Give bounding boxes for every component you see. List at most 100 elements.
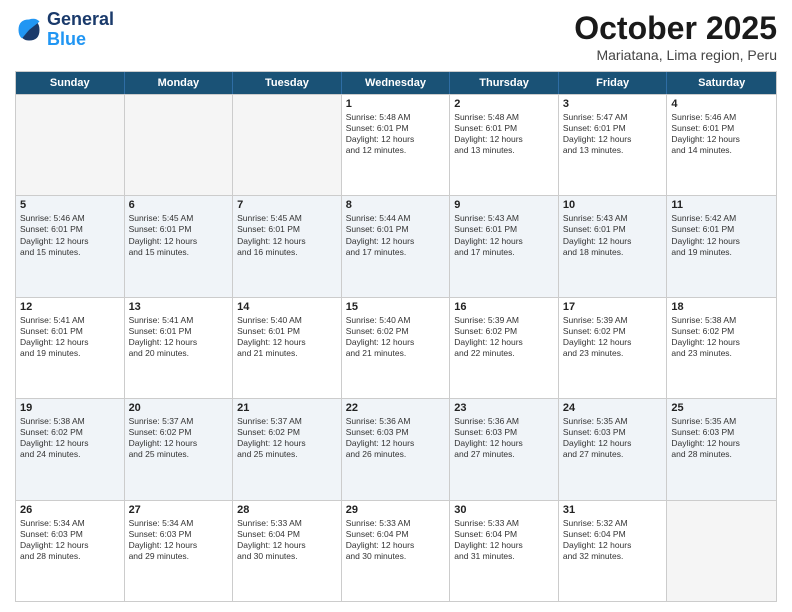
cell-info: Sunrise: 5:47 AM Sunset: 6:01 PM Dayligh…: [563, 112, 663, 156]
day-number: 31: [563, 504, 663, 516]
cell-info: Sunrise: 5:45 AM Sunset: 6:01 PM Dayligh…: [129, 213, 229, 257]
day-cell-14: 14 Sunrise: 5:40 AM Sunset: 6:01 PM Dayli…: [233, 298, 342, 398]
day-cell-11: 11 Sunrise: 5:42 AM Sunset: 6:01 PM Dayli…: [667, 196, 776, 296]
day-cell-18: 18 Sunrise: 5:38 AM Sunset: 6:02 PM Dayli…: [667, 298, 776, 398]
day-number: 8: [346, 199, 446, 211]
header-day-friday: Friday: [559, 72, 668, 94]
day-cell-2: 2Sunrise: 5:48 AM Sunset: 6:01 PM Daylig…: [450, 95, 559, 195]
week-row-1: 1 Sunrise: 5:48 AM Sunset: 6:01 PM Daylig…: [16, 94, 776, 195]
cell-info: Sunrise: 5:40 AM Sunset: 6:01 PM Dayligh…: [237, 315, 337, 359]
header-day-saturday: Saturday: [667, 72, 776, 94]
day-cell-8: 8 Sunrise: 5:44 AM Sunset: 6:01 PM Daylig…: [342, 196, 451, 296]
cell-info: Sunrise: 5:37 AM Sunset: 6:02 PM Dayligh…: [129, 416, 229, 460]
day-number: 5: [20, 199, 120, 211]
logo-name-blue: Blue: [47, 30, 114, 50]
day-number: 13: [129, 301, 229, 313]
main-title: October 2025: [574, 10, 777, 47]
day-number: 9: [454, 199, 554, 211]
day-cell-1: 1 Sunrise: 5:48 AM Sunset: 6:01 PM Daylig…: [342, 95, 451, 195]
cell-info: Sunrise: 5:43 AM Sunset: 6:01 PM Dayligh…: [454, 213, 554, 257]
week-row-5: 26 Sunrise: 5:34 AM Sunset: 6:03 PM Dayli…: [16, 500, 776, 601]
day-number: 19: [20, 402, 120, 414]
day-cell-4: 4Sunrise: 5:46 AM Sunset: 6:01 PM Daylig…: [667, 95, 776, 195]
day-cell-17: 17 Sunrise: 5:39 AM Sunset: 6:02 PM Dayli…: [559, 298, 668, 398]
title-block: October 2025 Mariatana, Lima region, Per…: [574, 10, 777, 63]
day-number: 11: [671, 199, 772, 211]
logo: General Blue: [15, 10, 114, 50]
cell-info: Sunrise: 5:33 AM Sunset: 6:04 PM Dayligh…: [237, 518, 337, 562]
day-cell-25: 25Sunrise: 5:35 AM Sunset: 6:03 PM Dayli…: [667, 399, 776, 499]
day-cell-16: 16 Sunrise: 5:39 AM Sunset: 6:02 PM Dayli…: [450, 298, 559, 398]
cell-info: Sunrise: 5:46 AM Sunset: 6:01 PM Dayligh…: [671, 112, 772, 156]
logo-name-general: General: [47, 10, 114, 30]
cell-info: Sunrise: 5:39 AM Sunset: 6:02 PM Dayligh…: [454, 315, 554, 359]
day-cell-10: 10 Sunrise: 5:43 AM Sunset: 6:01 PM Dayli…: [559, 196, 668, 296]
day-number: 17: [563, 301, 663, 313]
day-cell-19: 19 Sunrise: 5:38 AM Sunset: 6:02 PM Dayli…: [16, 399, 125, 499]
day-cell-22: 22 Sunrise: 5:36 AM Sunset: 6:03 PM Dayli…: [342, 399, 451, 499]
day-number: 18: [671, 301, 772, 313]
cell-info: Sunrise: 5:40 AM Sunset: 6:02 PM Dayligh…: [346, 315, 446, 359]
day-number: 14: [237, 301, 337, 313]
calendar-header: SundayMondayTuesdayWednesdayThursdayFrid…: [16, 72, 776, 94]
day-cell-15: 15 Sunrise: 5:40 AM Sunset: 6:02 PM Dayli…: [342, 298, 451, 398]
day-number: 15: [346, 301, 446, 313]
day-cell-20: 20 Sunrise: 5:37 AM Sunset: 6:02 PM Dayli…: [125, 399, 234, 499]
day-number: 12: [20, 301, 120, 313]
cell-info: Sunrise: 5:42 AM Sunset: 6:01 PM Dayligh…: [671, 213, 772, 257]
day-number: 30: [454, 504, 554, 516]
day-number: 6: [129, 199, 229, 211]
cell-info: Sunrise: 5:36 AM Sunset: 6:03 PM Dayligh…: [454, 416, 554, 460]
header-day-sunday: Sunday: [16, 72, 125, 94]
day-cell-3: 3Sunrise: 5:47 AM Sunset: 6:01 PM Daylig…: [559, 95, 668, 195]
header-day-wednesday: Wednesday: [342, 72, 451, 94]
day-cell-31: 31Sunrise: 5:32 AM Sunset: 6:04 PM Dayli…: [559, 501, 668, 601]
day-cell-30: 30 Sunrise: 5:33 AM Sunset: 6:04 PM Dayli…: [450, 501, 559, 601]
calendar-body: 1 Sunrise: 5:48 AM Sunset: 6:01 PM Daylig…: [16, 94, 776, 601]
day-number: 1: [346, 98, 446, 110]
cell-info: Sunrise: 5:35 AM Sunset: 6:03 PM Dayligh…: [563, 416, 663, 460]
header-day-thursday: Thursday: [450, 72, 559, 94]
day-number: 29: [346, 504, 446, 516]
day-number: 23: [454, 402, 554, 414]
empty-cell: [667, 501, 776, 601]
day-number: 28: [237, 504, 337, 516]
cell-info: Sunrise: 5:41 AM Sunset: 6:01 PM Dayligh…: [20, 315, 120, 359]
day-number: 26: [20, 504, 120, 516]
day-cell-13: 13Sunrise: 5:41 AM Sunset: 6:01 PM Dayli…: [125, 298, 234, 398]
cell-info: Sunrise: 5:38 AM Sunset: 6:02 PM Dayligh…: [671, 315, 772, 359]
day-number: 10: [563, 199, 663, 211]
header: General Blue October 2025 Mariatana, Lim…: [15, 10, 777, 63]
day-number: 27: [129, 504, 229, 516]
day-cell-6: 6 Sunrise: 5:45 AM Sunset: 6:01 PM Daylig…: [125, 196, 234, 296]
week-row-4: 19 Sunrise: 5:38 AM Sunset: 6:02 PM Dayli…: [16, 398, 776, 499]
day-cell-24: 24Sunrise: 5:35 AM Sunset: 6:03 PM Dayli…: [559, 399, 668, 499]
cell-info: Sunrise: 5:33 AM Sunset: 6:04 PM Dayligh…: [346, 518, 446, 562]
day-cell-7: 7Sunrise: 5:45 AM Sunset: 6:01 PM Daylig…: [233, 196, 342, 296]
day-number: 20: [129, 402, 229, 414]
cell-info: Sunrise: 5:37 AM Sunset: 6:02 PM Dayligh…: [237, 416, 337, 460]
cell-info: Sunrise: 5:48 AM Sunset: 6:01 PM Dayligh…: [346, 112, 446, 156]
day-cell-5: 5 Sunrise: 5:46 AM Sunset: 6:01 PM Daylig…: [16, 196, 125, 296]
logo-icon: [15, 16, 43, 44]
day-cell-9: 9 Sunrise: 5:43 AM Sunset: 6:01 PM Daylig…: [450, 196, 559, 296]
cell-info: Sunrise: 5:33 AM Sunset: 6:04 PM Dayligh…: [454, 518, 554, 562]
day-cell-12: 12 Sunrise: 5:41 AM Sunset: 6:01 PM Dayli…: [16, 298, 125, 398]
day-number: 16: [454, 301, 554, 313]
cell-info: Sunrise: 5:35 AM Sunset: 6:03 PM Dayligh…: [671, 416, 772, 460]
cell-info: Sunrise: 5:43 AM Sunset: 6:01 PM Dayligh…: [563, 213, 663, 257]
week-row-3: 12 Sunrise: 5:41 AM Sunset: 6:01 PM Dayli…: [16, 297, 776, 398]
cell-info: Sunrise: 5:39 AM Sunset: 6:02 PM Dayligh…: [563, 315, 663, 359]
day-cell-23: 23 Sunrise: 5:36 AM Sunset: 6:03 PM Dayli…: [450, 399, 559, 499]
calendar: SundayMondayTuesdayWednesdayThursdayFrid…: [15, 71, 777, 602]
day-cell-26: 26Sunrise: 5:34 AM Sunset: 6:03 PM Dayli…: [16, 501, 125, 601]
cell-info: Sunrise: 5:34 AM Sunset: 6:03 PM Dayligh…: [129, 518, 229, 562]
page: General Blue October 2025 Mariatana, Lim…: [0, 0, 792, 612]
day-number: 22: [346, 402, 446, 414]
cell-info: Sunrise: 5:38 AM Sunset: 6:02 PM Dayligh…: [20, 416, 120, 460]
cell-info: Sunrise: 5:45 AM Sunset: 6:01 PM Dayligh…: [237, 213, 337, 257]
cell-info: Sunrise: 5:36 AM Sunset: 6:03 PM Dayligh…: [346, 416, 446, 460]
cell-info: Sunrise: 5:44 AM Sunset: 6:01 PM Dayligh…: [346, 213, 446, 257]
cell-info: Sunrise: 5:46 AM Sunset: 6:01 PM Dayligh…: [20, 213, 120, 257]
day-cell-27: 27 Sunrise: 5:34 AM Sunset: 6:03 PM Dayli…: [125, 501, 234, 601]
